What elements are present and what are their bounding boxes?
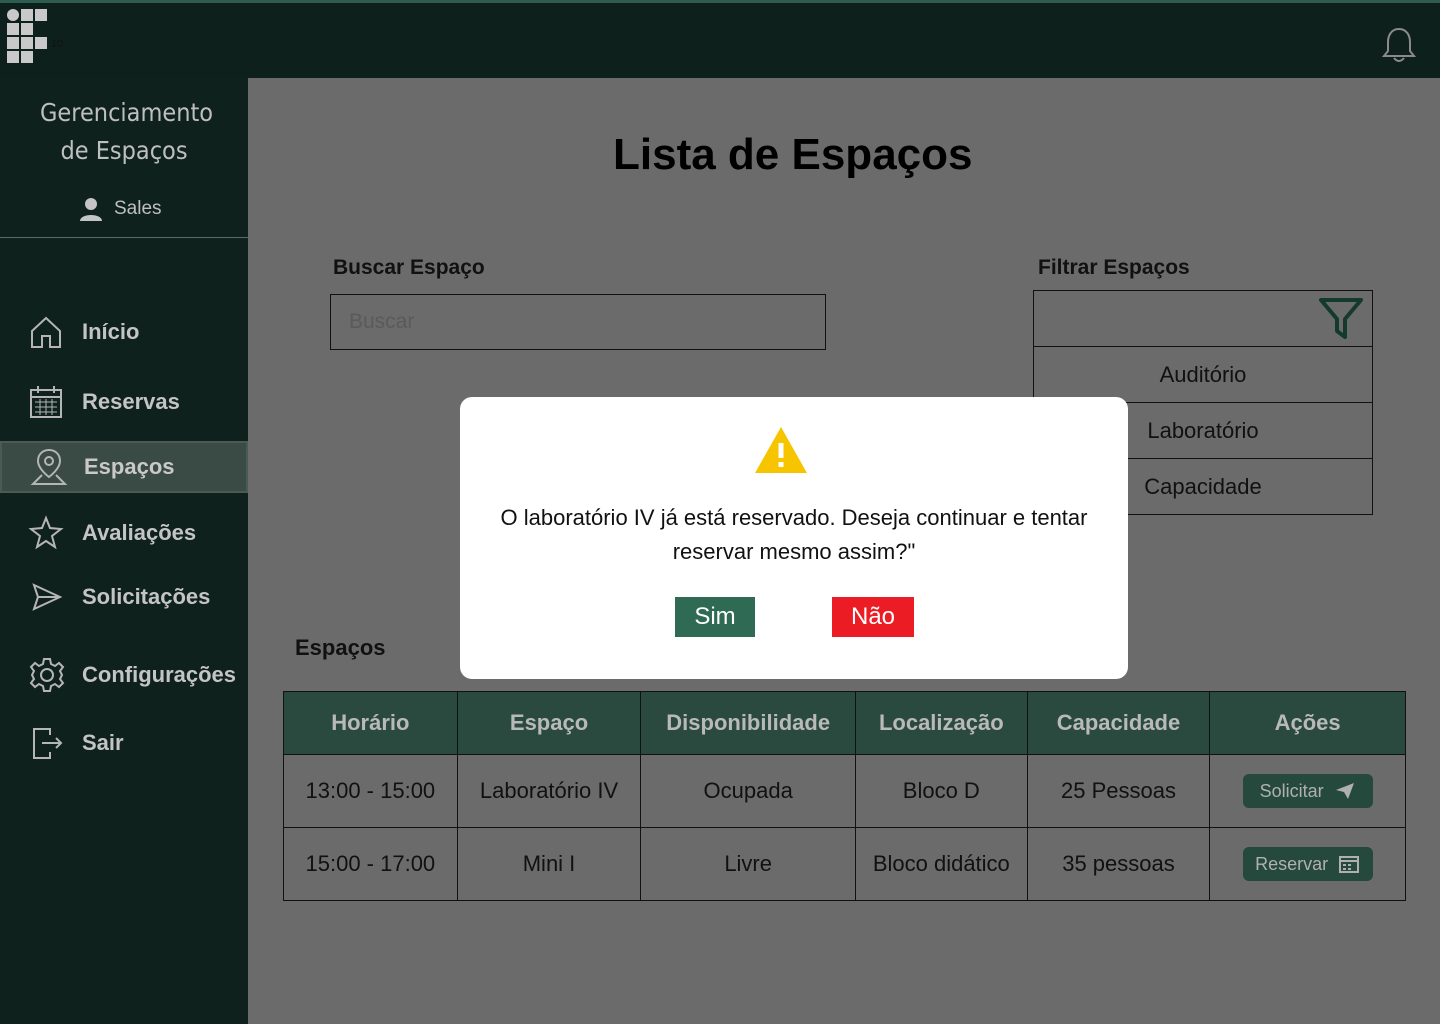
sidebar-divider: [0, 237, 248, 238]
cell-localizacao: Bloco D: [856, 755, 1028, 827]
warning-icon: [755, 427, 807, 473]
sidebar-item-espacos[interactable]: Espaços: [0, 441, 248, 493]
solicitar-button[interactable]: Solicitar: [1242, 774, 1373, 808]
search-input[interactable]: [331, 295, 825, 349]
sidebar-item-avaliacoes[interactable]: Avaliações: [0, 507, 248, 559]
sidebar-item-reservas[interactable]: Reservas: [0, 376, 248, 428]
sidebar-item-label: Início: [82, 319, 140, 344]
cell-espaco: Mini I: [458, 828, 642, 900]
sidebar: Gerenciamento de Espaços Sales Início Re…: [0, 78, 248, 1024]
section-label: Espaços: [295, 635, 386, 660]
sidebar-item-sair[interactable]: Sair: [0, 717, 248, 769]
cell-acoes: Solicitar: [1210, 755, 1405, 827]
cell-horario: 13:00 - 15:00: [284, 755, 458, 827]
user-name: Sales: [114, 198, 162, 219]
reservar-button[interactable]: Reservar: [1242, 847, 1373, 881]
sidebar-item-label: Espaços: [84, 454, 175, 479]
cell-localizacao: Bloco didático: [856, 828, 1028, 900]
cell-horario: 15:00 - 17:00: [284, 828, 458, 900]
user-info: Sales: [78, 196, 162, 222]
institution-logo: [7, 9, 57, 69]
sidebar-item-inicio[interactable]: Início: [0, 306, 248, 358]
cell-capacidade: 25 Pessoas: [1028, 755, 1211, 827]
cell-capacidade: 35 pessoas: [1028, 828, 1211, 900]
sidebar-item-label: Sair: [82, 730, 124, 755]
no-button[interactable]: Não: [832, 597, 914, 637]
confirm-dialog: O laboratório IV já está reservado. Dese…: [460, 397, 1128, 679]
cell-disponibilidade: Ocupada: [641, 755, 856, 827]
table-row: 13:00 - 15:00 Laboratório IV Ocupada Blo…: [284, 754, 1405, 827]
dialog-message: O laboratório IV já está reservado. Dese…: [500, 505, 1088, 564]
page-title: Lista de Espaços: [613, 130, 973, 179]
logo-number: 10: [51, 38, 64, 50]
send-icon: [1335, 783, 1354, 799]
filter-label: Filtrar Espaços: [1038, 256, 1190, 279]
search-box: [330, 294, 826, 350]
filter-icon[interactable]: [1318, 297, 1364, 341]
search-label: Buscar Espaço: [333, 256, 485, 279]
header-capacidade: Capacidade: [1028, 692, 1211, 754]
logout-icon: [33, 728, 63, 759]
table-header: Horário Espaço Disponibilidade Localizaç…: [284, 692, 1405, 754]
cell-disponibilidade: Livre: [641, 828, 856, 900]
sidebar-item-label: Solicitações: [82, 584, 211, 609]
header-localizacao: Localização: [856, 692, 1028, 754]
calendar-icon: [30, 386, 62, 418]
header-acoes: Ações: [1274, 710, 1341, 735]
sidebar-item-label: Configurações: [82, 662, 237, 687]
calendar-icon: [1339, 856, 1360, 873]
button-label: Reservar: [1255, 853, 1329, 874]
home-icon: [31, 316, 61, 348]
location-pin-icon: [30, 448, 68, 485]
header-espaco: Espaço: [458, 692, 642, 754]
user-icon: [80, 198, 102, 221]
filter-dropdown[interactable]: [1033, 290, 1373, 347]
header-horario: Horário: [284, 692, 458, 754]
top-bar: 10: [0, 0, 1440, 78]
button-label: Solicitar: [1259, 780, 1324, 801]
spaces-table: Horário Espaço Disponibilidade Localizaç…: [283, 691, 1406, 901]
send-icon: [32, 583, 63, 611]
cell-espaco: Laboratório IV: [458, 755, 642, 827]
header-disponibilidade: Disponibilidade: [641, 692, 856, 754]
yes-button[interactable]: Sim: [675, 597, 755, 637]
sidebar-item-solicitacoes[interactable]: Solicitações: [0, 571, 248, 623]
bell-icon[interactable]: [1380, 25, 1418, 65]
cell-acoes: Reservar: [1210, 828, 1405, 900]
table-row: 15:00 - 17:00 Mini I Livre Bloco didátic…: [284, 827, 1405, 900]
sidebar-item-label: Reservas: [82, 389, 180, 414]
sidebar-item-configuracoes[interactable]: Configurações: [0, 649, 248, 701]
app-title: Gerenciamento de Espaços: [40, 98, 214, 165]
sidebar-item-label: Avaliações: [82, 520, 197, 545]
star-icon: [28, 515, 64, 550]
filter-option-auditorio[interactable]: Auditório: [1033, 347, 1373, 403]
gear-icon: [29, 658, 65, 692]
